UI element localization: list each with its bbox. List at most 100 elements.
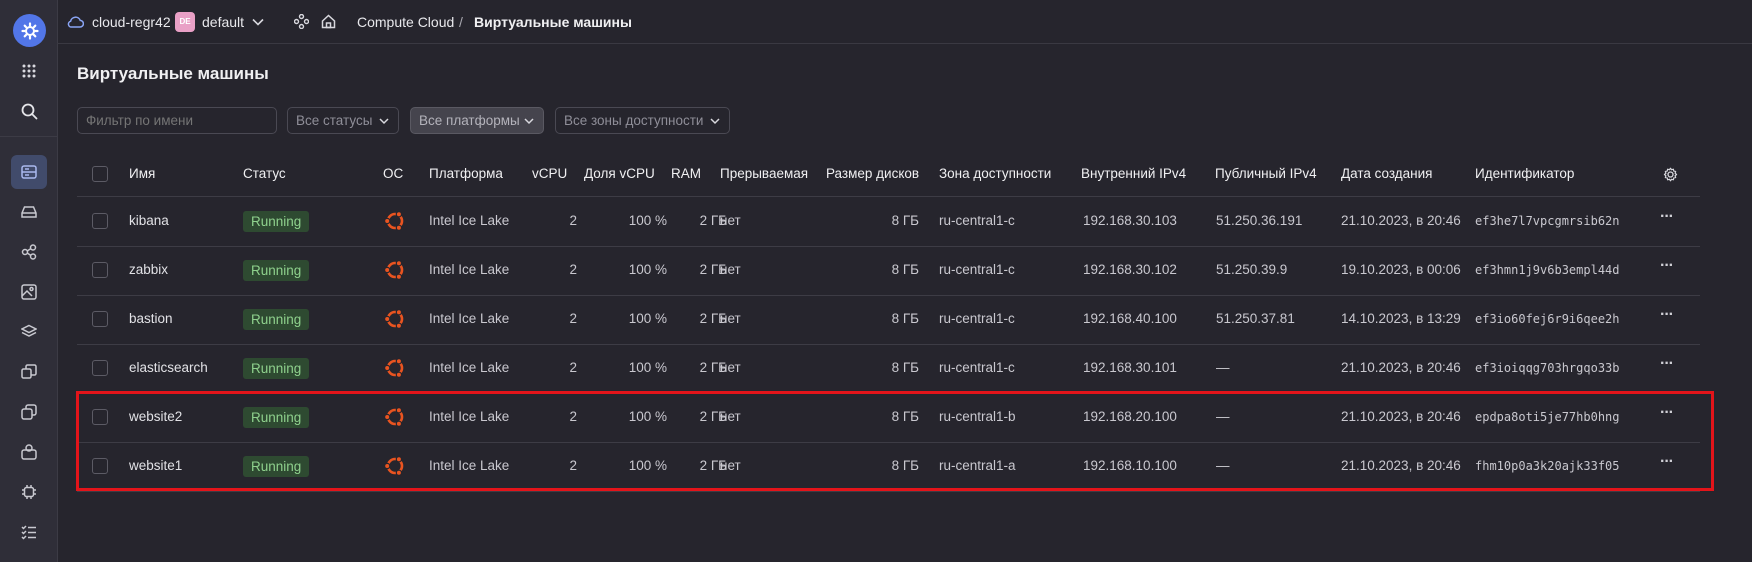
row-checkbox[interactable] xyxy=(92,262,108,278)
apps-grid-icon[interactable] xyxy=(16,58,42,84)
preemptible-cell: нет xyxy=(720,262,741,277)
more-icon[interactable]: ··· xyxy=(1660,404,1674,422)
vm-name-link[interactable]: website2 xyxy=(129,409,182,424)
table-row[interactable]: website2 Running Intel Ice Lake 2 100 % 2 ГБ н… xyxy=(77,393,1700,443)
folder-name: default xyxy=(202,13,245,30)
name-filter-input[interactable] xyxy=(77,107,277,134)
select-all-checkbox[interactable] xyxy=(92,166,108,182)
table-row[interactable]: elasticsearch Running Intel Ice Lake 2 100 %… xyxy=(77,344,1700,394)
copy-icon[interactable] xyxy=(16,399,42,425)
col-header-disk[interactable]: Размер дисков xyxy=(826,166,919,181)
disk-cell: 8 ГБ xyxy=(891,311,919,326)
col-header-platform[interactable]: Платформа xyxy=(429,166,503,181)
home-icon[interactable] xyxy=(321,0,336,43)
settings-icon[interactable] xyxy=(1663,167,1678,185)
preemptible-cell: нет xyxy=(720,409,741,424)
vm-id-cell[interactable]: ef3hmn1j9v6b3empl44d xyxy=(1475,263,1620,277)
row-checkbox[interactable] xyxy=(92,409,108,425)
breadcrumb-separator: / xyxy=(459,0,463,43)
vcpu-share-cell: 100 % xyxy=(628,360,667,375)
breadcrumb-service[interactable]: Compute Cloud xyxy=(357,0,454,43)
folder-selector[interactable]: default xyxy=(202,0,244,43)
vm-id-cell[interactable]: fhm10p0a3k20ajk33f05 xyxy=(1475,459,1620,473)
search-icon[interactable] xyxy=(16,98,42,124)
status-filter-select[interactable]: Все статусы xyxy=(287,107,399,134)
vm-name-link[interactable]: website1 xyxy=(129,458,182,473)
ipv4-public-cell[interactable]: — xyxy=(1216,360,1230,375)
col-header-name[interactable]: Имя xyxy=(129,166,155,181)
row-checkbox[interactable] xyxy=(92,213,108,229)
ipv4-internal-cell[interactable]: 192.168.30.102 xyxy=(1083,262,1177,277)
zone-cell: ru-central1-c xyxy=(939,213,1015,228)
col-header-ipv4-internal[interactable]: Внутренний IPv4 xyxy=(1081,166,1186,181)
col-header-ram[interactable]: RAM xyxy=(671,166,701,181)
ipv4-public-cell[interactable]: 51.250.39.9 xyxy=(1216,262,1287,277)
col-header-created[interactable]: Дата создания xyxy=(1341,166,1433,181)
more-icon[interactable]: ··· xyxy=(1660,355,1674,373)
col-header-vcpu[interactable]: vCPU xyxy=(532,166,567,181)
ipv4-internal-cell[interactable]: 192.168.40.100 xyxy=(1083,311,1177,326)
gear-icon[interactable] xyxy=(13,14,46,47)
vm-name-link[interactable]: bastion xyxy=(129,311,173,326)
vcpu-share-cell: 100 % xyxy=(628,262,667,277)
group-icon[interactable] xyxy=(16,439,42,465)
ipv4-internal-cell[interactable]: 192.168.30.103 xyxy=(1083,213,1177,228)
checklist-icon[interactable] xyxy=(16,519,42,545)
ipv4-internal-cell[interactable]: 192.168.30.101 xyxy=(1083,360,1177,375)
row-checkbox[interactable] xyxy=(92,311,108,327)
zone-filter-select[interactable]: Все зоны доступности xyxy=(555,107,730,134)
more-icon[interactable]: ··· xyxy=(1660,453,1674,471)
table-row[interactable]: kibana Running Intel Ice Lake 2 100 % 2 ГБ нет… xyxy=(77,197,1700,247)
snapshot-icon[interactable] xyxy=(16,359,42,385)
vm-id-cell[interactable]: ef3he7l7vpcgmrsib62n xyxy=(1475,214,1620,228)
more-icon[interactable]: ··· xyxy=(1660,208,1674,226)
col-header-id[interactable]: Идентификатор xyxy=(1475,166,1574,181)
ipv4-public-cell[interactable]: 51.250.37.81 xyxy=(1216,311,1295,326)
image-icon[interactable] xyxy=(16,279,42,305)
more-icon[interactable]: ··· xyxy=(1660,306,1674,324)
status-badge: Running xyxy=(243,407,310,428)
col-header-ipv4-public[interactable]: Публичный IPv4 xyxy=(1215,166,1317,181)
col-header-zone[interactable]: Зона доступности xyxy=(939,166,1051,181)
ipv4-internal-cell[interactable]: 192.168.10.100 xyxy=(1083,458,1177,473)
platform-filter-label: Все платформы xyxy=(419,113,520,128)
row-checkbox[interactable] xyxy=(92,360,108,376)
col-header-vcpu-share[interactable]: Доля vCPU xyxy=(584,166,655,181)
disk-cell: 8 ГБ xyxy=(891,360,919,375)
services-icon[interactable] xyxy=(294,0,309,43)
vcpu-share-cell: 100 % xyxy=(628,311,667,326)
rail-divider xyxy=(0,136,57,137)
vm-name-link[interactable]: elasticsearch xyxy=(129,360,208,375)
platform-filter-select[interactable]: Все платформы xyxy=(410,107,544,134)
vm-id-cell[interactable]: epdpa8oti5je77hb0hng xyxy=(1475,410,1620,424)
table-row[interactable]: bastion Running Intel Ice Lake 2 100 % 2 ГБ не… xyxy=(77,295,1700,345)
vcpu-cell: 2 xyxy=(569,360,577,375)
ipv4-internal-cell[interactable]: 192.168.20.100 xyxy=(1083,409,1177,424)
breadcrumb-current: Виртуальные машины xyxy=(474,0,632,43)
col-header-preemptible[interactable]: Прерываемая xyxy=(720,166,808,181)
vm-id-cell[interactable]: ef3ioiqqg703hrgqo33b xyxy=(1475,361,1620,375)
layers-icon[interactable] xyxy=(16,319,42,345)
disk-icon[interactable] xyxy=(16,199,42,225)
platform-cell: Intel Ice Lake xyxy=(429,458,510,473)
vcpu-cell: 2 xyxy=(569,213,577,228)
network-icon[interactable] xyxy=(16,239,42,265)
vm-name-link[interactable]: zabbix xyxy=(129,262,168,277)
server-list-icon[interactable] xyxy=(11,155,47,189)
col-header-os[interactable]: ОС xyxy=(383,166,403,181)
ubuntu-icon xyxy=(383,307,407,334)
ipv4-public-cell[interactable]: — xyxy=(1216,458,1230,473)
more-icon[interactable]: ··· xyxy=(1660,257,1674,275)
left-rail xyxy=(0,0,58,562)
ipv4-public-cell[interactable]: 51.250.36.191 xyxy=(1216,213,1302,228)
cpu-icon[interactable] xyxy=(16,479,42,505)
col-header-status[interactable]: Статус xyxy=(243,166,286,181)
vm-name-link[interactable]: kibana xyxy=(129,213,169,228)
chevron-down-icon[interactable] xyxy=(252,0,264,43)
table-row[interactable]: website1 Running Intel Ice Lake 2 100 % 2 ГБ н… xyxy=(77,442,1700,492)
ipv4-public-cell[interactable]: — xyxy=(1216,409,1230,424)
vm-id-cell[interactable]: ef3io60fej6r9i6qee2h xyxy=(1475,312,1620,326)
table-row[interactable]: zabbix Running Intel Ice Lake 2 100 % 2 ГБ нет… xyxy=(77,246,1700,296)
cloud-selector[interactable]: cloud-regr42 xyxy=(92,0,171,43)
row-checkbox[interactable] xyxy=(92,458,108,474)
